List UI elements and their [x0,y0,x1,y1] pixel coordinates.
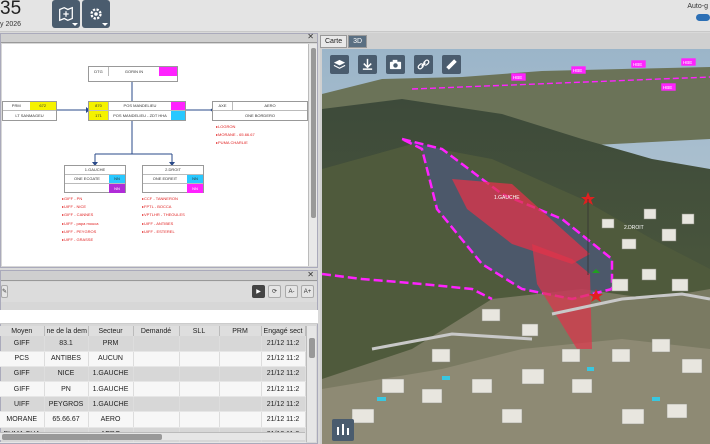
font-increase-button[interactable]: A+ [301,285,314,298]
table-row[interactable]: PCS ANTIBES AUCUN 21/12 11:2 [0,351,306,367]
layers-button[interactable] [330,55,349,74]
auto-label: Auto-g [687,3,708,10]
refresh-icon: ⟳ [271,289,278,295]
auto-toggle[interactable] [696,14,710,21]
table-row[interactable]: GIFF 83.1 PRM 21/12 11:2 [0,336,306,352]
gauche-list: GIFF - PN UIFF - NICE GIFF - CANNES UIFF… [62,195,98,244]
zone-label-gauche: 1.GAUCHE [494,195,520,201]
center-node[interactable]: 870 POS MANDELIEU 171 POS MANDELIEU - ZDT … [88,101,186,121]
close-icon[interactable]: ✕ [307,270,314,279]
layers-icon [333,59,346,69]
synoptic-canvas: DTG GORIN IN PRM 672 LT SANMAGEU 870 POS M… [2,44,308,266]
map-add-button[interactable] [52,0,80,28]
table-vscrollbar[interactable] [306,326,316,442]
font-decrease-button[interactable]: A- [285,285,298,298]
download-button[interactable] [358,55,377,74]
map-tools-corner[interactable] [332,419,354,441]
left-node[interactable]: PRM 672 LT SANMAGEU [2,101,57,121]
edit-icon[interactable]: ✎ [1,285,8,298]
table-row[interactable]: MORANE 65.66.67 AERO 21/12 11:2 [0,411,306,428]
svg-text:HBE: HBE [683,60,692,65]
svg-text:HBE: HBE [513,75,522,80]
settings-button[interactable] [82,0,110,28]
zone-label-droit: 2.DROIT [624,225,644,231]
svg-text:HBE: HBE [633,62,642,67]
camera-icon [389,59,402,70]
date-label: y 2026 [0,21,22,28]
link-button[interactable] [414,55,433,74]
screenshot-button[interactable] [386,55,405,74]
table-row[interactable]: GIFF NICE 1.GAUCHE 21/12 11:2 [0,366,306,383]
droit-list: CCF - TANNERON FPTL - BOCCA VPTLHR - THE… [142,195,185,236]
col-engage[interactable]: Engagé sect [261,326,306,336]
ruler-icon [446,59,457,70]
synoptic-header: ✕ [1,32,317,43]
table-row[interactable]: GIFF PN 1.GAUCHE 21/12 11:2 [0,381,306,398]
col-prm[interactable]: PRM [219,326,262,336]
droit-node[interactable]: 2.DROIT ONE EDREIT NN NN [142,165,204,193]
top-node[interactable]: DTG GORIN IN [88,66,178,82]
map-3d-view[interactable]: 1.GAUCHE 2.DROIT HBE HBE HBE HBE HBE [322,49,710,444]
gauche-node[interactable]: 1.GAUCHE ONE ECGATE NN NN [64,165,126,193]
measure-button[interactable] [442,55,461,74]
next-icon: ▶ [256,289,261,295]
synoptic-panel: ✕ DTG GORIN IN PRM 672 LT SANMAGEU 870 P… [0,32,318,268]
col-moyen[interactable]: Moyen [0,326,45,336]
col-secteur[interactable]: Secteur [88,326,134,336]
map-panel: Carte 3D 1.GAUCHE 2.DROIT HBE HBE HBE HB… [320,33,710,444]
clock: 35 [0,0,22,19]
synoptic-scrollbar[interactable] [308,44,317,266]
table-hscrollbar[interactable] [0,432,305,440]
right-node[interactable]: AXE AERO ONE BORDERO [212,101,308,121]
download-icon [362,58,373,70]
link-icon [417,59,430,70]
table-row[interactable]: UIFF PEYGROS 1.GAUCHE 21/12 11:2 [0,396,306,413]
map-tabs: Carte 3D [320,35,368,48]
map-add-icon [59,6,73,22]
next-button[interactable]: ▶ [252,285,265,298]
svg-text:HBE: HBE [573,68,582,73]
svg-text:HBE: HBE [663,85,672,90]
tab-3d[interactable]: 3D [348,35,368,48]
refresh-button[interactable]: ⟳ [268,285,281,298]
col-sll[interactable]: SLL [179,326,220,336]
tab-carte[interactable]: Carte [320,35,348,48]
engagement-header: ✕ [1,270,317,281]
table-filter-bar [0,310,318,324]
engagement-table: Moyen ne de la dem Secteur Demandé SLL P… [0,326,306,443]
tree-icon [337,424,349,435]
col-dem[interactable]: ne de la dem [44,326,89,336]
gear-icon [90,8,102,20]
close-icon[interactable]: ✕ [307,32,314,41]
top-bar: 35 y 2026 Auto-g [0,0,710,32]
col-demande[interactable]: Demandé [133,326,180,336]
table-toolbar: ✎ ▶ ⟳ A- A+ [1,282,317,302]
right-node-list: LOGRON MORANE - 65.66.67 PUMA CHARLIE [216,123,255,148]
terrain-scene: 1.GAUCHE 2.DROIT HBE HBE HBE HBE HBE [322,49,710,444]
